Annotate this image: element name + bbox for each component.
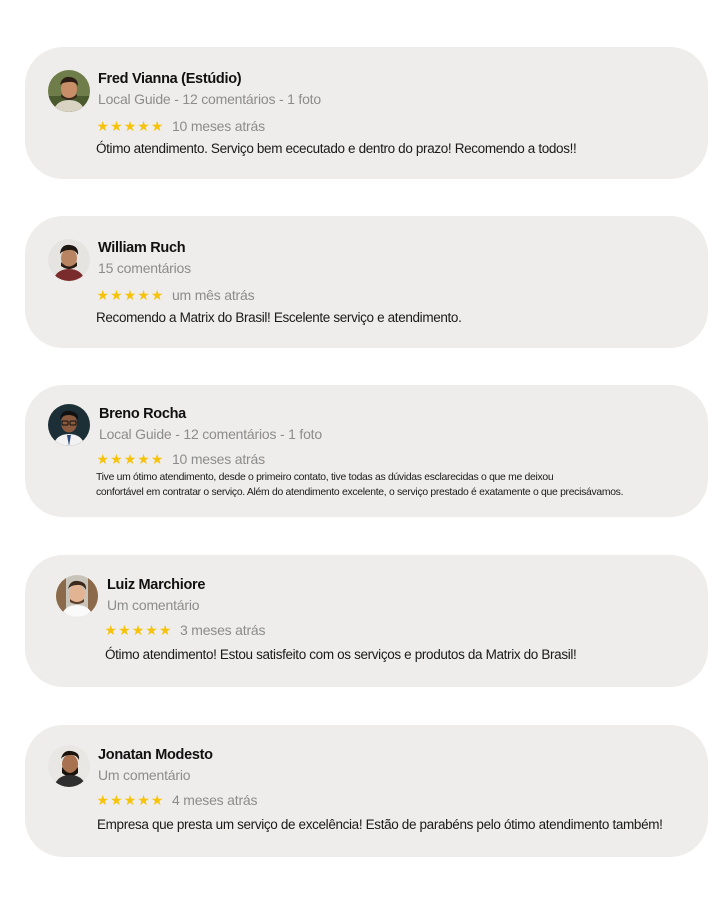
reviewer-meta: Local Guide - 12 comentários - 1 foto	[98, 91, 321, 107]
star-icon: ★	[96, 451, 110, 467]
review-date: 3 meses atrás	[179, 622, 266, 638]
rating-row: ★ ★ ★ ★ ★ 3 meses atrás	[104, 622, 266, 638]
star-icon: ★	[137, 792, 150, 808]
star-rating: ★ ★ ★ ★ ★	[96, 288, 164, 302]
rating-row: ★ ★ ★ ★ ★ 4 meses atrás	[96, 792, 258, 808]
star-icon: ★	[137, 118, 150, 134]
review-card: Fred Vianna (Estúdio) Local Guide - 12 c…	[25, 47, 708, 179]
review-text-line: Tive um ótimo atendimento, desde o prime…	[96, 472, 554, 483]
star-icon: ★	[110, 287, 123, 303]
review-text: Ótimo atendimento. Serviço bem ececutado…	[96, 141, 577, 156]
rating-row: ★ ★ ★ ★ ★ 10 meses atrás	[96, 118, 266, 134]
review-date: um mês atrás	[171, 287, 255, 303]
star-icon: ★	[118, 622, 131, 638]
rating-row: ★ ★ ★ ★ ★ 10 meses atrás	[96, 451, 266, 467]
star-icon: ★	[96, 118, 110, 134]
star-icon: ★	[137, 451, 150, 467]
star-icon: ★	[145, 622, 158, 638]
star-icon: ★	[110, 792, 123, 808]
review-card: Jonatan Modesto Um comentário ★ ★ ★ ★ ★ …	[25, 725, 708, 857]
reviewer-meta: Um comentário	[98, 767, 191, 783]
reviewer-name: Breno Rocha	[99, 406, 186, 422]
reviewer-meta: 15 comentários	[98, 260, 191, 276]
person-avatar-icon	[48, 70, 90, 112]
star-icon: ★	[96, 287, 110, 303]
review-date: 10 meses atrás	[171, 118, 265, 134]
reviewer-name: Luiz Marchiore	[107, 577, 206, 593]
review-text: Empresa que presta um serviço de excelên…	[97, 817, 663, 832]
star-rating: ★ ★ ★ ★ ★	[96, 793, 164, 807]
review-text: Recomendo a Matrix do Brasil! Escelente …	[96, 310, 462, 325]
star-icon: ★	[110, 451, 123, 467]
star-icon: ★	[123, 792, 137, 808]
person-avatar-icon	[48, 239, 90, 281]
reviewer-meta: Um comentário	[107, 597, 200, 613]
star-icon: ★	[123, 118, 137, 134]
star-icon: ★	[137, 287, 150, 303]
star-rating: ★ ★ ★ ★ ★	[96, 119, 164, 133]
reviewer-name: Jonatan Modesto	[98, 747, 213, 763]
person-avatar-icon	[48, 745, 90, 787]
star-rating: ★ ★ ★ ★ ★	[104, 623, 172, 637]
star-icon: ★	[150, 451, 164, 467]
star-icon: ★	[96, 792, 110, 808]
star-rating: ★ ★ ★ ★ ★	[96, 452, 164, 466]
star-icon: ★	[131, 622, 145, 638]
review-text-line: confortável em contratar o serviço. Além…	[96, 487, 624, 498]
review-card: William Ruch 15 comentários ★ ★ ★ ★ ★ um…	[25, 216, 708, 348]
review-text: Tive um ótimo atendimento, desde o prime…	[96, 470, 696, 500]
review-card: Luiz Marchiore Um comentário ★ ★ ★ ★ ★ 3…	[25, 555, 708, 687]
star-icon: ★	[150, 118, 164, 134]
reviewer-name: William Ruch	[98, 240, 186, 256]
review-date: 10 meses atrás	[171, 451, 265, 467]
star-icon: ★	[150, 287, 164, 303]
person-avatar-icon	[48, 404, 90, 446]
person-avatar-icon	[56, 575, 98, 617]
rating-row: ★ ★ ★ ★ ★ um mês atrás	[96, 287, 255, 303]
star-icon: ★	[104, 622, 118, 638]
star-icon: ★	[123, 451, 137, 467]
review-date: 4 meses atrás	[171, 792, 258, 808]
reviewer-meta: Local Guide - 12 comentários - 1 foto	[99, 426, 322, 442]
review-card: Breno Rocha Local Guide - 12 comentários…	[25, 385, 708, 517]
star-icon: ★	[150, 792, 164, 808]
reviewer-name: Fred Vianna (Estúdio)	[98, 71, 242, 87]
star-icon: ★	[158, 622, 172, 638]
star-icon: ★	[110, 118, 123, 134]
star-icon: ★	[123, 287, 137, 303]
review-text: Ótimo atendimento! Estou satisfeito com …	[105, 647, 577, 662]
